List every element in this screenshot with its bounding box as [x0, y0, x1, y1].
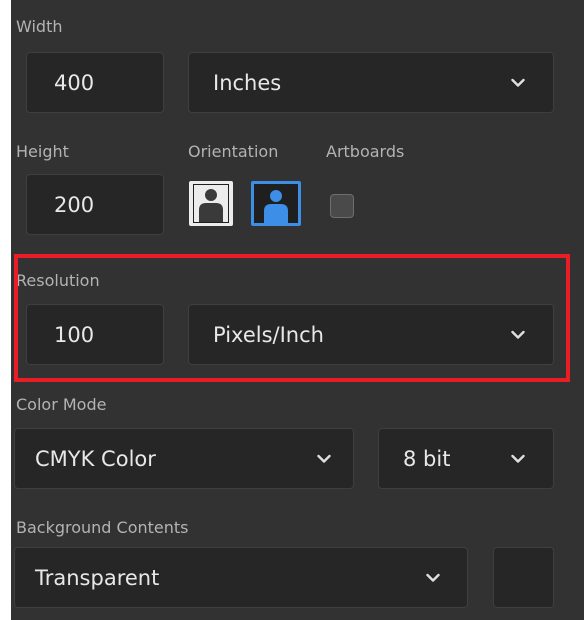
background-contents-dropdown[interactable]: Transparent [14, 547, 468, 608]
chevron-down-icon [426, 573, 440, 582]
width-label: Width [16, 17, 63, 36]
color-mode-value: CMYK Color [35, 446, 156, 471]
artboards-checkbox[interactable] [330, 194, 354, 218]
width-input[interactable]: 400 [26, 52, 164, 113]
color-mode-dropdown[interactable]: CMYK Color [14, 428, 354, 489]
height-input[interactable]: 200 [26, 174, 164, 235]
background-color-swatch[interactable] [493, 547, 554, 608]
height-value: 200 [54, 192, 95, 217]
portrait-icon[interactable] [188, 180, 234, 227]
width-value: 400 [54, 70, 95, 95]
chevron-down-icon [511, 78, 525, 87]
orientation-label: Orientation [188, 142, 279, 161]
background-contents-value: Transparent [35, 565, 160, 590]
width-unit-dropdown[interactable]: Inches [188, 52, 554, 113]
bit-depth-dropdown[interactable]: 8 bit [378, 428, 554, 489]
resolution-highlight-box [14, 254, 570, 382]
chevron-down-icon [511, 454, 525, 463]
bit-depth-value: 8 bit [403, 446, 451, 471]
color-mode-label: Color Mode [16, 395, 107, 414]
chevron-down-icon [317, 454, 331, 463]
width-unit-value: Inches [213, 70, 282, 95]
artboards-label: Artboards [326, 142, 405, 161]
height-label: Height [16, 142, 69, 161]
background-contents-label: Background Contents [16, 518, 189, 537]
landscape-icon[interactable] [250, 180, 302, 227]
